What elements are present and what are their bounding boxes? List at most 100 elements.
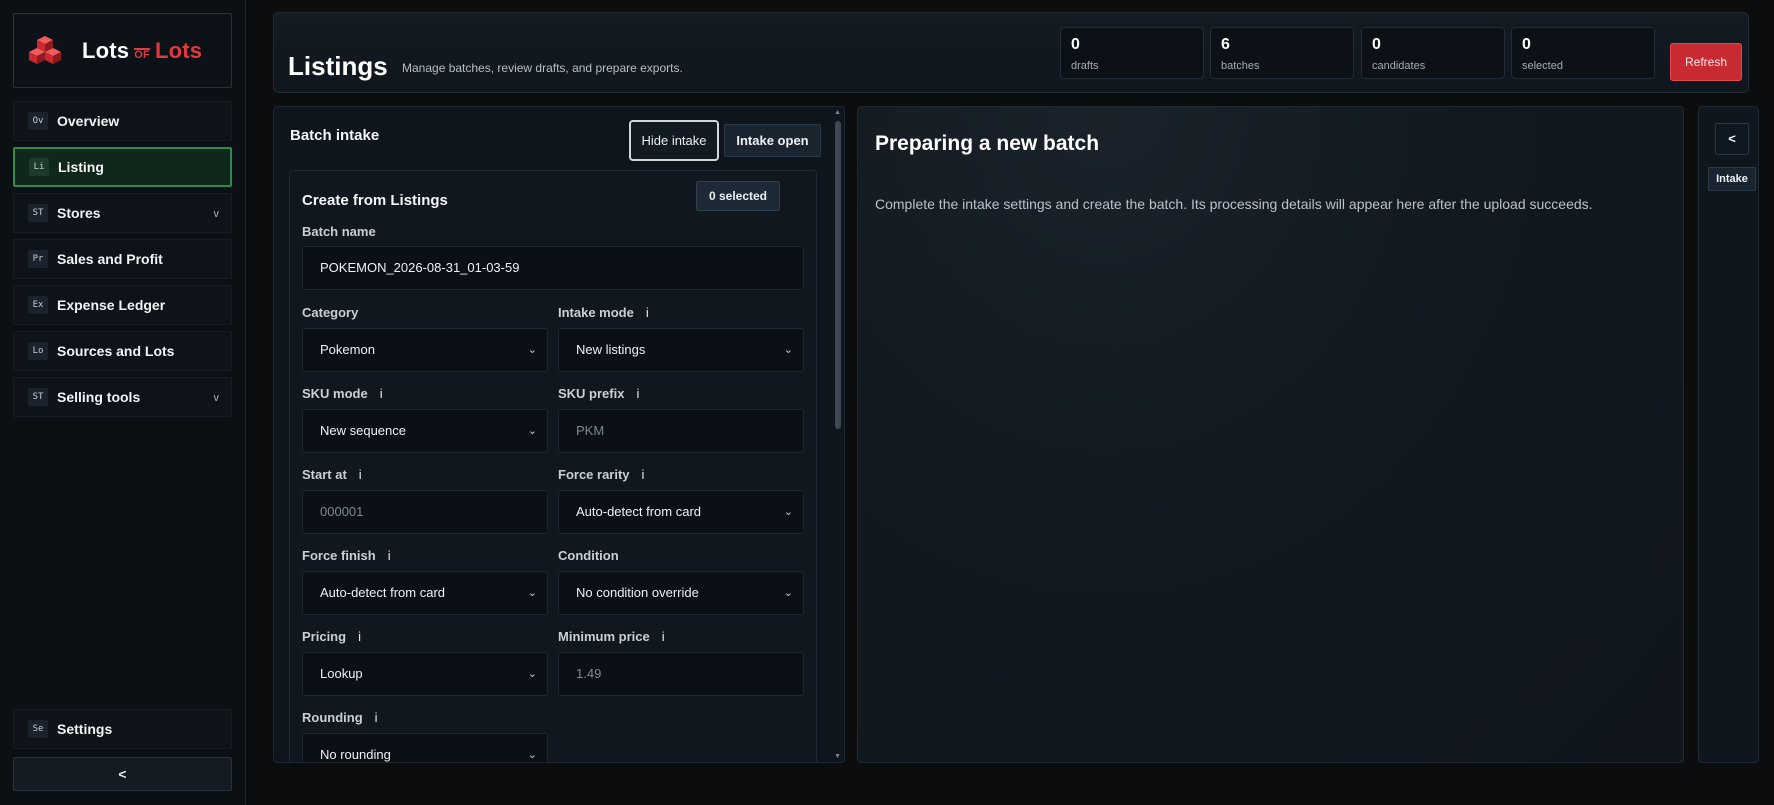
info-icon[interactable]: i — [358, 629, 361, 644]
stat-selected: 0 selected — [1511, 27, 1655, 79]
scrollbar-thumb[interactable] — [835, 121, 841, 429]
sidebar-item-label: Settings — [57, 721, 113, 737]
intake-rail-tab[interactable]: Intake — [1708, 167, 1756, 191]
stat-batches: 6 batches — [1210, 27, 1354, 79]
force-finish-select[interactable]: Auto-detect from card ⌄ — [302, 571, 548, 615]
cubes-logo-icon — [29, 35, 61, 64]
condition-label: Condition — [558, 548, 619, 563]
info-icon[interactable]: i — [359, 467, 362, 482]
pricing-value: Lookup — [320, 666, 363, 681]
minimum-price-label: Minimum price i — [558, 629, 665, 644]
brand-word-2: OF — [134, 48, 150, 61]
stat-label: batches — [1221, 60, 1260, 72]
intake-open-button[interactable]: Intake open — [724, 124, 821, 157]
scroll-down-arrow-icon[interactable]: ▼ — [834, 753, 841, 760]
force-finish-label-text: Force finish — [302, 548, 376, 563]
refresh-button[interactable]: Refresh — [1670, 43, 1742, 81]
chevron-down-icon: ⌄ — [783, 587, 793, 599]
sidebar-item-sales-and-profit[interactable]: Pr Sales and Profit — [13, 239, 232, 279]
condition-select[interactable]: No condition override ⌄ — [558, 571, 804, 615]
category-select[interactable]: Pokemon ⌄ — [302, 328, 548, 372]
sku-mode-label-text: SKU mode — [302, 386, 368, 401]
info-icon[interactable]: i — [642, 467, 645, 482]
sku-mode-select[interactable]: New sequence ⌄ — [302, 409, 548, 453]
force-finish-value: Auto-detect from card — [320, 585, 445, 600]
info-icon[interactable]: i — [380, 386, 383, 401]
chevron-down-icon[interactable]: v — [214, 392, 220, 404]
force-finish-label: Force finish i — [302, 548, 391, 563]
sidebar-item-sources-and-lots[interactable]: Lo Sources and Lots — [13, 331, 232, 371]
condition-value: No condition override — [576, 585, 699, 600]
sidebar-item-label: Selling tools — [57, 389, 141, 405]
stat-drafts: 0 drafts — [1060, 27, 1204, 79]
intake-mode-select[interactable]: New listings ⌄ — [558, 328, 804, 372]
panel-title: Batch intake — [290, 127, 380, 144]
rounding-label: Rounding i — [302, 710, 378, 725]
page-title: Listings — [288, 51, 388, 81]
brand-word-1: Lots — [82, 37, 130, 63]
rounding-label-text: Rounding — [302, 710, 363, 725]
page-subtitle: Manage batches, review drafts, and prepa… — [402, 61, 683, 75]
sidebar-item-overview[interactable]: Ov Overview — [13, 101, 232, 141]
sku-mode-label: SKU mode i — [302, 386, 383, 401]
intake-mode-label: Intake mode i — [558, 305, 649, 320]
right-rail: < Intake — [1698, 106, 1759, 763]
sku-prefix-label-text: SKU prefix — [558, 386, 625, 401]
force-rarity-select[interactable]: Auto-detect from card ⌄ — [558, 490, 804, 534]
sku-prefix-input[interactable]: PKM — [558, 409, 804, 453]
collapse-rail-button[interactable]: < — [1715, 123, 1749, 155]
stat-label: selected — [1522, 60, 1563, 72]
stores-icon: ST — [28, 204, 48, 222]
pricing-label: Pricing i — [302, 629, 361, 644]
detail-title: Preparing a new batch — [875, 132, 1100, 155]
pricing-select[interactable]: Lookup ⌄ — [302, 652, 548, 696]
condition-label-text: Condition — [558, 548, 619, 563]
info-icon[interactable]: i — [388, 548, 391, 563]
hide-intake-button[interactable]: Hide intake — [629, 120, 719, 161]
sku-prefix-label: SKU prefix i — [558, 386, 639, 401]
force-rarity-label: Force rarity i — [558, 467, 644, 482]
info-icon[interactable]: i — [662, 629, 665, 644]
stat-value: 0 — [1071, 36, 1080, 53]
category-label: Category — [302, 305, 358, 320]
sidebar-item-selling-tools[interactable]: ST Selling tools v — [13, 377, 232, 417]
sidebar-item-settings[interactable]: Se Settings — [13, 709, 232, 749]
sidebar-item-listing[interactable]: Li Listing — [13, 147, 232, 187]
info-icon[interactable]: i — [375, 710, 378, 725]
scroll-up-arrow-icon[interactable]: ▲ — [834, 109, 841, 116]
sidebar-nav: Ov Overview Li Listing ST Stores v Pr Sa… — [13, 101, 232, 423]
brand-logo-block[interactable]: Lots OF Lots — [13, 13, 232, 88]
settings-icon: Se — [28, 720, 48, 738]
expense-icon: Ex — [28, 296, 48, 314]
selected-count-badge[interactable]: 0 selected — [696, 181, 780, 211]
stat-candidates: 0 candidates — [1361, 27, 1505, 79]
batch-name-input[interactable]: POKEMON_2026-08-31_01-03-59 — [302, 246, 804, 290]
chevron-down-icon: ⌄ — [527, 668, 537, 680]
sidebar-item-expense-ledger[interactable]: Ex Expense Ledger — [13, 285, 232, 325]
chevron-down-icon[interactable]: v — [214, 208, 220, 220]
sidebar-item-stores[interactable]: ST Stores v — [13, 193, 232, 233]
card-title: Create from Listings — [302, 192, 448, 209]
info-icon[interactable]: i — [636, 386, 639, 401]
sidebar-item-label: Sales and Profit — [57, 251, 163, 267]
sku-mode-value: New sequence — [320, 423, 406, 438]
overview-icon: Ov — [28, 112, 48, 130]
minimum-price-input[interactable]: 1.49 — [558, 652, 804, 696]
force-rarity-value: Auto-detect from card — [576, 504, 701, 519]
info-icon[interactable]: i — [646, 305, 649, 320]
brand-word-3: Lots — [154, 37, 203, 63]
pricing-label-text: Pricing — [302, 629, 347, 644]
collapse-sidebar-button[interactable]: < — [13, 757, 232, 791]
batch-intake-panel: Batch intake Hide intake Intake open ▲ ▼… — [273, 106, 845, 763]
listing-icon: Li — [29, 158, 49, 176]
stat-value: 0 — [1372, 36, 1381, 53]
sidebar-item-label: Sources and Lots — [57, 343, 175, 359]
start-at-input[interactable]: 000001 — [302, 490, 548, 534]
rounding-select[interactable]: No rounding ⌄ — [302, 733, 548, 762]
batch-detail-panel: Preparing a new batch Complete the intak… — [857, 106, 1684, 763]
start-at-label-text: Start at — [302, 467, 347, 482]
chevron-down-icon: ⌄ — [527, 425, 537, 437]
page-header: Listings Manage batches, review drafts, … — [273, 12, 1749, 93]
intake-mode-label-text: Intake mode — [558, 305, 634, 320]
brand-name: Lots OF Lots — [82, 38, 202, 64]
